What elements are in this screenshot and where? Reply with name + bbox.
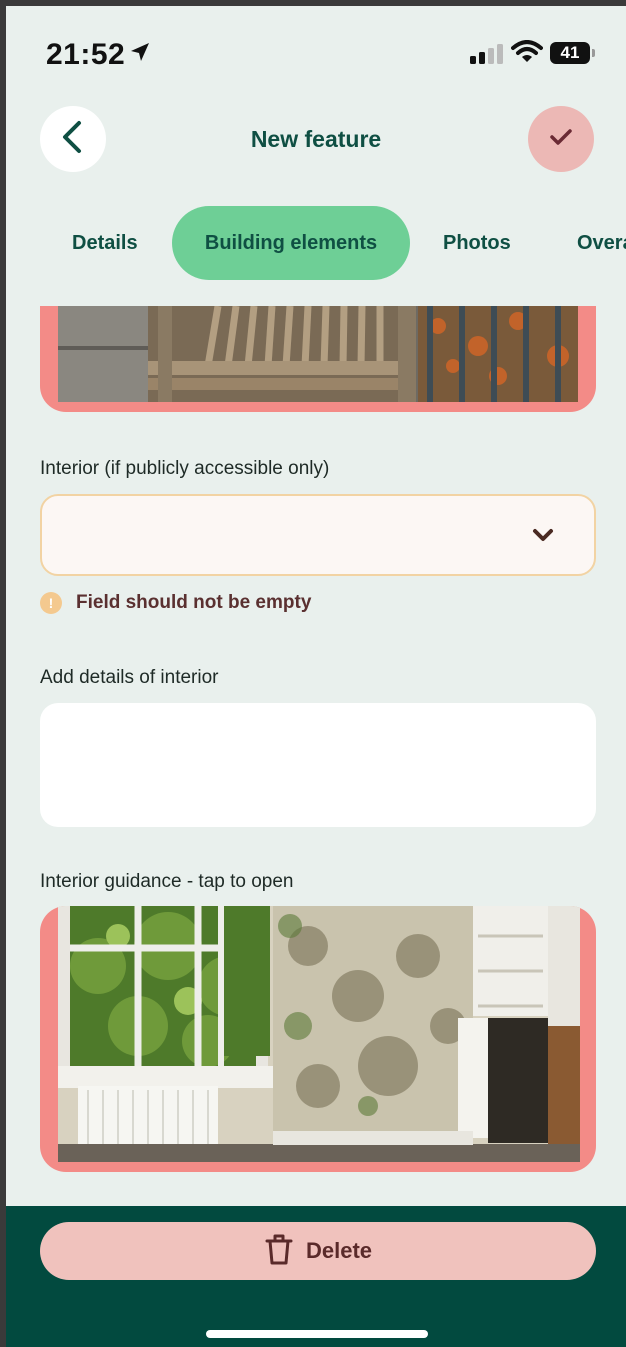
- app-screen: 21:52 41 New feature Details Building el…: [6, 6, 626, 1347]
- location-arrow-icon: [128, 40, 152, 69]
- status-time: 21:52: [46, 38, 126, 71]
- chevron-down-icon: [532, 528, 554, 547]
- cellular-signal-icon: [470, 44, 504, 69]
- interior-label: Interior (if publicly accessible only): [40, 458, 330, 479]
- home-indicator: [206, 1330, 428, 1338]
- trash-icon: [264, 1232, 294, 1271]
- delete-button[interactable]: Delete: [40, 1222, 596, 1280]
- interior-guidance-card[interactable]: [40, 906, 596, 1172]
- tab-building-elements[interactable]: Building elements: [172, 206, 410, 280]
- interior-details-input[interactable]: [40, 703, 596, 827]
- tab-overall[interactable]: Overa: [577, 206, 626, 280]
- info-icon: !: [40, 592, 62, 614]
- confirm-button[interactable]: [528, 106, 594, 172]
- damp-interior-photo: [58, 906, 580, 1162]
- interior-select[interactable]: [40, 494, 596, 576]
- checkmark-icon: [548, 127, 574, 152]
- wifi-icon: [511, 40, 543, 69]
- battery-icon: 41: [550, 42, 595, 64]
- status-bar: 21:52 41: [6, 6, 626, 96]
- tab-photos[interactable]: Photos: [443, 206, 511, 280]
- guidance-label: Interior guidance - tap to open: [40, 871, 294, 892]
- exterior-guidance-card[interactable]: [40, 306, 596, 412]
- delete-label: Delete: [305, 1238, 373, 1263]
- tab-details[interactable]: Details: [72, 206, 138, 280]
- validation-warning: ! Field should not be empty: [40, 592, 311, 614]
- details-label: Add details of interior: [40, 667, 219, 688]
- warning-text: Field should not be empty: [76, 592, 312, 613]
- bottom-action-bar: Delete: [6, 1206, 626, 1347]
- bench-railing-photo: [58, 306, 578, 402]
- tab-bar: Details Building elements Photos Overa: [6, 206, 626, 280]
